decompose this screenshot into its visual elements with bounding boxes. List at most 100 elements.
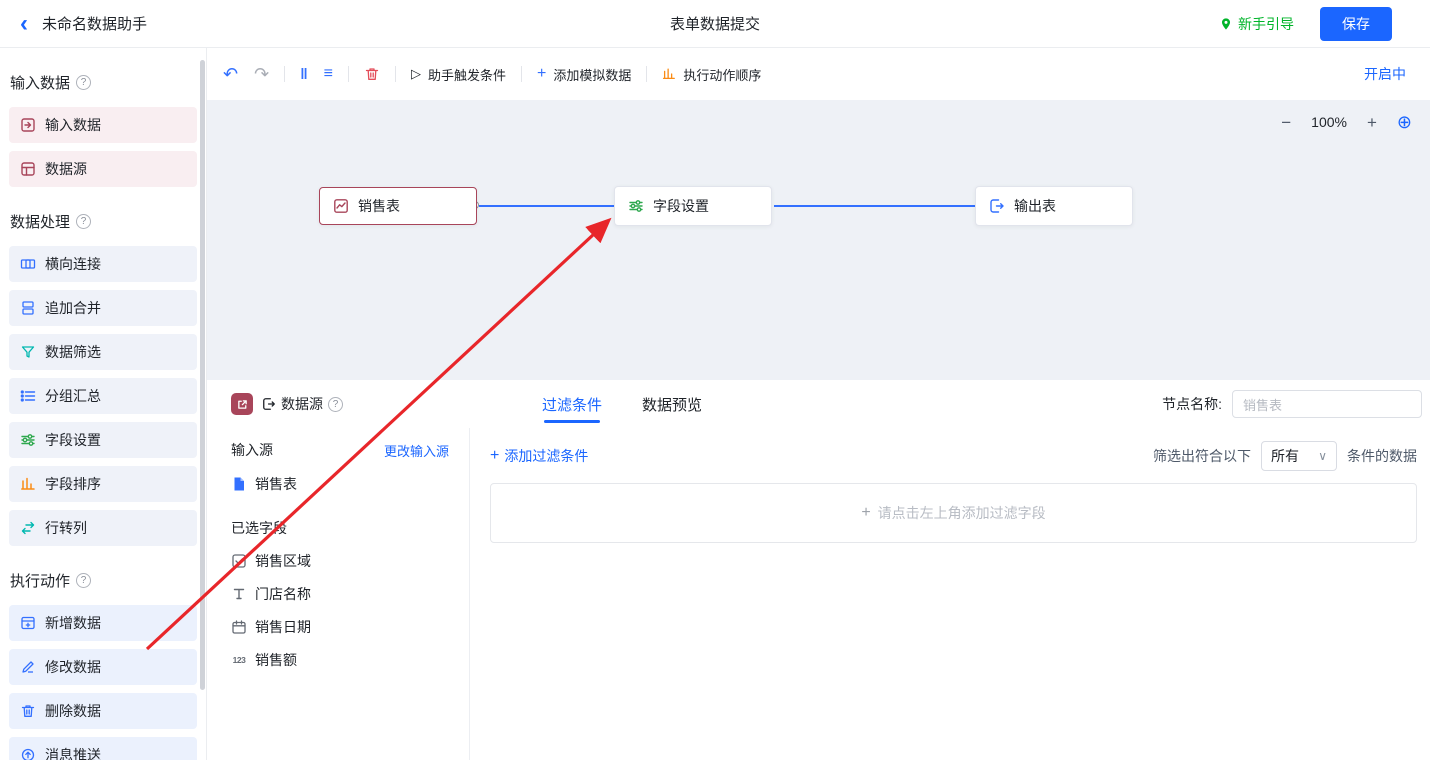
zoom-in-button[interactable]: + [1367, 114, 1377, 131]
assistant-title: 未命名数据助手 [42, 13, 147, 34]
selected-fields-label: 已选字段 [231, 518, 449, 538]
sidebar-item-field-sort[interactable]: 字段排序 [9, 466, 197, 502]
help-icon[interactable]: ? [76, 214, 91, 229]
field-row[interactable]: 门店名称 [231, 584, 449, 604]
flow-canvas[interactable]: − 100% + ⊕ 销售表 字段设置 输出表 [207, 100, 1430, 380]
source-file-row[interactable]: 销售表 [231, 474, 449, 494]
sidebar-item-message-push[interactable]: 消息推送 [9, 737, 197, 760]
sidebar-item-horizontal-join[interactable]: 横向连接 [9, 246, 197, 282]
panel-body: 输入源 更改输入源 销售表 已选字段 销售区域 [207, 428, 1430, 760]
section-title-actions: 执行动作 ? [10, 570, 196, 591]
number-field-icon: 123 [231, 652, 247, 668]
sidebar-item-label: 追加合并 [45, 298, 101, 318]
panel-header: 数据源 ? 过滤条件 数据预览 节点名称: [207, 380, 1430, 428]
save-button[interactable]: 保存 [1320, 7, 1392, 41]
add-filter-button[interactable]: + 添加过滤条件 [490, 446, 588, 466]
filter-match-select[interactable]: 所有 ∨ [1261, 441, 1337, 471]
sidebar-item-add-data[interactable]: 新增数据 [9, 605, 197, 641]
text-field-icon [231, 586, 247, 602]
toolbar-divider [521, 66, 522, 82]
node-sales-table[interactable]: 销售表 [319, 187, 477, 225]
sidebar-scrollbar[interactable] [200, 60, 205, 690]
node-output-table[interactable]: 输出表 [975, 186, 1133, 226]
empty-filter-hint: 请点击左上角添加过滤字段 [878, 503, 1046, 523]
beginner-guide-link[interactable]: 新手引导 [1219, 14, 1294, 34]
tab-data-preview[interactable]: 数据预览 [642, 380, 702, 428]
field-row[interactable]: 销售区域 [231, 551, 449, 571]
panel-tabs: 过滤条件 数据预览 [542, 380, 702, 428]
filter-bar: + 添加过滤条件 筛选出符合以下 所有 ∨ 条件的数据 [490, 441, 1417, 471]
plus-icon: + [490, 447, 499, 465]
delete-node-icon[interactable] [364, 66, 380, 82]
field-row[interactable]: 123 销售额 [231, 650, 449, 670]
toolbar-divider [395, 66, 396, 82]
sidebar-item-input-data[interactable]: 输入数据 [9, 107, 197, 143]
undo-icon[interactable]: ↶ [223, 65, 238, 83]
sidebar-item-delete-data[interactable]: 删除数据 [9, 693, 197, 729]
sidebar-item-label: 分组汇总 [45, 386, 101, 406]
field-row[interactable]: 销售日期 [231, 617, 449, 637]
topbar: ‹ 未命名数据助手 表单数据提交 新手引导 保存 [0, 0, 1430, 48]
trigger-condition-button[interactable]: ▷ 助手触发条件 [411, 65, 506, 84]
help-icon[interactable]: ? [328, 397, 343, 412]
sidebar: 输入数据 ? 输入数据 数据源 数据处理 ? 横向连接 追加合并 [0, 48, 207, 760]
empty-filter-placeholder[interactable]: + 请点击左上角添加过滤字段 [490, 483, 1417, 543]
filter-prefix-label: 筛选出符合以下 [1153, 446, 1251, 466]
sidebar-item-row-to-column[interactable]: 行转列 [9, 510, 197, 546]
fit-view-icon[interactable]: ⊕ [1397, 113, 1412, 131]
group-summary-icon [20, 388, 36, 404]
input-data-icon [20, 117, 36, 133]
sidebar-item-field-settings[interactable]: 字段设置 [9, 422, 197, 458]
section-title-data-processing: 数据处理 ? [10, 211, 196, 232]
panel-source-label: 数据源 [281, 394, 323, 414]
help-icon[interactable]: ? [76, 573, 91, 588]
redo-icon[interactable]: ↷ [254, 65, 269, 83]
sidebar-item-label: 数据源 [45, 159, 87, 179]
node-name-group: 节点名称: [1162, 390, 1422, 418]
zoom-level: 100% [1311, 114, 1347, 130]
back-chevron-icon[interactable]: ‹ [20, 12, 28, 36]
sidebar-item-label: 数据筛选 [45, 342, 101, 362]
table-chart-icon [333, 198, 349, 214]
canvas-toolbar: ↶ ↷ ‖ ≡ ▷ 助手触发条件 + 添加模拟数据 [207, 48, 1430, 100]
toolbar-divider [284, 66, 285, 82]
node-label: 销售表 [358, 196, 400, 216]
align-vertical-icon[interactable]: ‖ [300, 67, 307, 82]
panel-left: 输入源 更改输入源 销售表 已选字段 销售区域 [207, 428, 469, 760]
message-push-icon [20, 747, 36, 760]
date-field-icon [231, 619, 247, 635]
action-order-button[interactable]: 执行动作顺序 [662, 65, 761, 84]
section-title-label: 数据处理 [10, 211, 70, 232]
filter-match-value: 所有 [1271, 446, 1299, 466]
change-source-link[interactable]: 更改输入源 [384, 441, 449, 460]
panel-source-title: 数据源 ? [262, 394, 343, 414]
sidebar-item-modify-data[interactable]: 修改数据 [9, 649, 197, 685]
add-mock-data-button[interactable]: + 添加模拟数据 [537, 65, 631, 84]
toolbar-divider [646, 66, 647, 82]
zoom-out-button[interactable]: − [1281, 114, 1291, 131]
chevron-down-icon: ∨ [1318, 449, 1327, 463]
content-area: ↶ ↷ ‖ ≡ ▷ 助手触发条件 + 添加模拟数据 [207, 48, 1430, 760]
field-sort-icon [20, 476, 36, 492]
row-to-column-icon [20, 520, 36, 536]
sidebar-item-label: 字段设置 [45, 430, 101, 450]
field-name: 销售区域 [255, 551, 311, 571]
node-field-settings[interactable]: 字段设置 [614, 186, 772, 226]
tab-filter-conditions[interactable]: 过滤条件 [542, 380, 602, 428]
sidebar-item-data-filter[interactable]: 数据筛选 [9, 334, 197, 370]
status-enabled[interactable]: 开启中 [1364, 64, 1406, 84]
section-title-label: 执行动作 [10, 570, 70, 591]
data-source-badge [231, 393, 253, 415]
node-name-input[interactable] [1232, 390, 1422, 418]
align-horizontal-icon[interactable]: ≡ [324, 66, 333, 82]
input-source-label: 输入源 [231, 440, 273, 460]
config-panel: 数据源 ? 过滤条件 数据预览 节点名称: [207, 380, 1430, 760]
help-icon[interactable]: ? [76, 75, 91, 90]
action-order-icon [662, 67, 676, 81]
sidebar-item-label: 行转列 [45, 518, 87, 538]
play-icon: ▷ [411, 66, 421, 82]
sidebar-item-group-summary[interactable]: 分组汇总 [9, 378, 197, 414]
page-title: 表单数据提交 [670, 13, 760, 34]
sidebar-item-data-source[interactable]: 数据源 [9, 151, 197, 187]
sidebar-item-append-merge[interactable]: 追加合并 [9, 290, 197, 326]
